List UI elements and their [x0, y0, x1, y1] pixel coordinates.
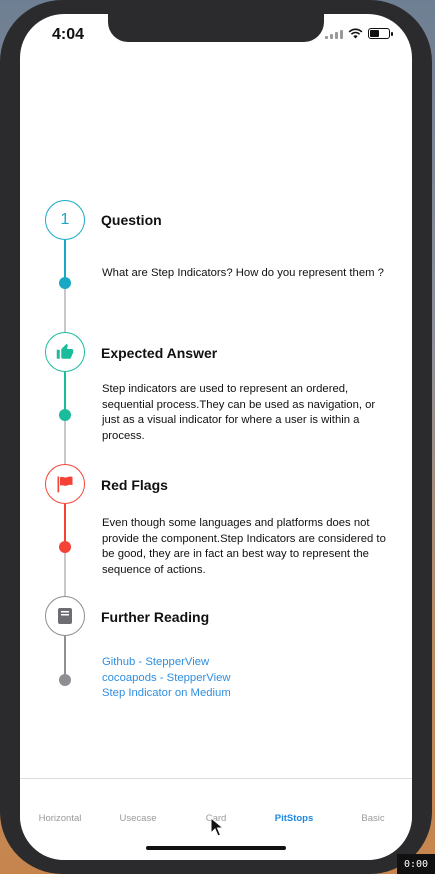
link-medium-article[interactable]: Step Indicator on Medium [102, 686, 388, 702]
home-indicator[interactable] [146, 846, 286, 850]
phone-frame: 4:04 1 Question What are Step Indicators… [0, 0, 432, 874]
link-github-stepperview[interactable]: Github - StepperView [102, 655, 388, 671]
step-1-number: 1 [60, 211, 70, 228]
step-1-indicator: 1 [45, 200, 85, 240]
mouse-cursor-icon [210, 817, 224, 837]
step-1-pitstop-dot [59, 277, 71, 289]
tab-usecase[interactable]: Usecase [120, 813, 157, 824]
book-icon [58, 608, 72, 624]
tab-pitstops[interactable]: PitStops [275, 813, 314, 824]
step-4-pitstop-dot [59, 674, 71, 686]
status-icons [325, 28, 393, 39]
step-4-title: Further Reading [101, 609, 210, 625]
wifi-icon [348, 28, 363, 39]
step-3-indicator [45, 464, 85, 504]
status-time: 4:04 [52, 26, 85, 43]
thumbs-up-icon [56, 343, 74, 359]
app-screen: 4:04 1 Question What are Step Indicators… [20, 14, 412, 860]
battery-icon [368, 28, 393, 39]
tab-basic[interactable]: Basic [361, 813, 384, 824]
device-notch [108, 14, 324, 42]
step-2-description: Step indicators are used to represent an… [102, 383, 376, 442]
step-3-pitstop-dot [59, 541, 71, 553]
step-1-gray-connector [64, 289, 66, 335]
step-2-title: Expected Answer [101, 345, 218, 361]
step-4-indicator [45, 596, 85, 636]
step-2-gray-connector [64, 421, 66, 467]
recording-time-badge: 0:00 [397, 854, 435, 874]
step-3-gray-connector [64, 553, 66, 599]
cellular-signal-icon [325, 29, 343, 39]
step-1-title: Question [101, 212, 162, 228]
step-2-pitstop-dot [59, 409, 71, 421]
flag-icon [57, 476, 73, 493]
step-3-description: Even though some languages and platforms… [102, 517, 386, 576]
step-1-description: What are Step Indicators? How do you rep… [102, 267, 384, 279]
step-3-title: Red Flags [101, 477, 168, 493]
step-2-indicator [45, 332, 85, 372]
tab-horizontal[interactable]: Horizontal [39, 813, 82, 824]
link-cocoapods-stepperview[interactable]: cocoapods - StepperView [102, 671, 388, 687]
further-reading-links: Github - StepperView cocoapods - Stepper… [102, 655, 388, 702]
